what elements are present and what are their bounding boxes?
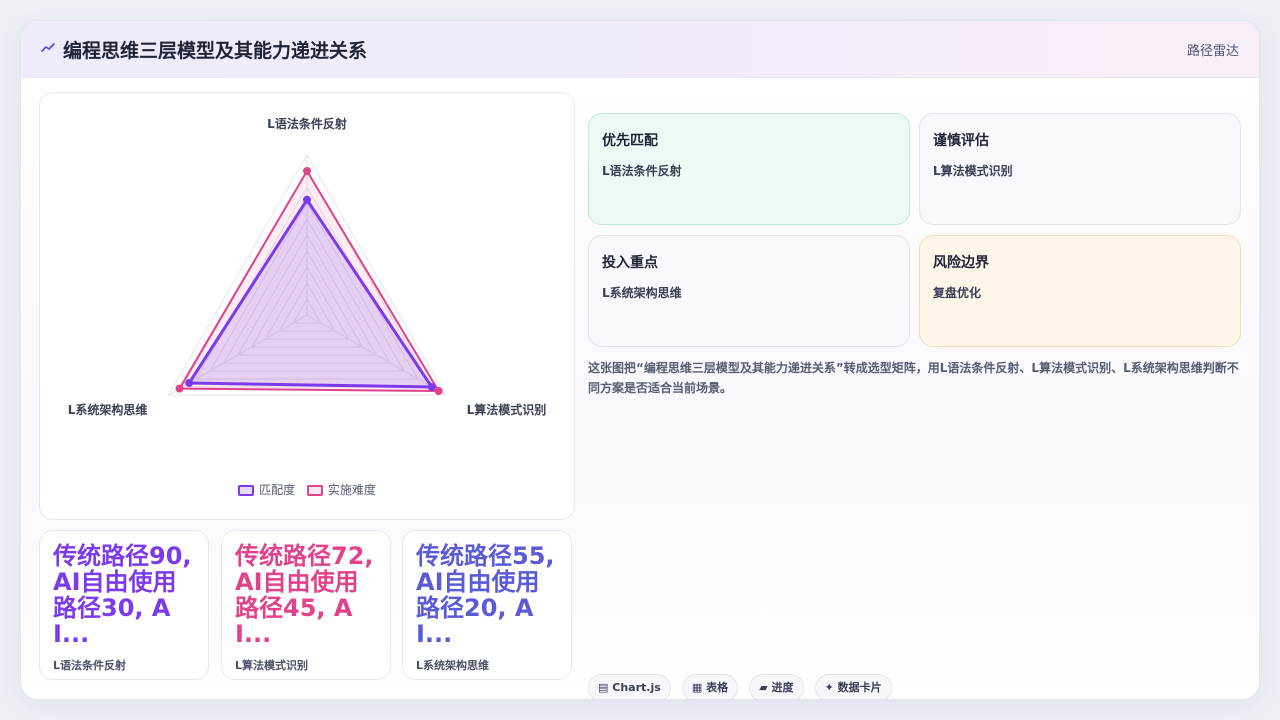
page-title: 编程思维三层模型及其能力递进关系 — [63, 40, 368, 62]
stat-value: 传统路径72, AI自由使用路径45, AI... — [235, 543, 374, 647]
tag-data-card[interactable]: ✦ 数据卡片 — [814, 674, 892, 699]
matrix-card-title: 优先匹配 — [602, 133, 658, 149]
legend-swatch-match — [238, 485, 255, 496]
legend-label-match: 匹配度 — [259, 483, 296, 497]
stat-label: L算法模式识别 — [235, 659, 309, 672]
legend-item-match[interactable]: 匹配度 — [238, 481, 295, 498]
tag-progress[interactable]: ▰ 进度 — [749, 674, 804, 699]
tag-label: 表格 — [706, 681, 729, 694]
radar-point — [434, 387, 443, 395]
tag-label: Chart.js — [612, 681, 661, 694]
radar-axis-label: L语法条件反射 — [267, 116, 347, 131]
matrix-card-value: L语法条件反射 — [602, 164, 682, 178]
legend-label-difficulty: 实施难度 — [327, 483, 376, 497]
stat-card-algorithm: 传统路径72, AI自由使用路径45, AI... L算法模式识别 — [221, 530, 391, 680]
matrix-card-caution[interactable]: 谨慎评估 L算法模式识别 — [919, 113, 1241, 225]
radar-series-match — [187, 198, 434, 389]
radar-chart: L语法条件反射 L算法模式识别 L系统架构思维 — [68, 116, 547, 417]
matrix-card-title: 风险边界 — [933, 255, 989, 271]
radar-point — [427, 383, 436, 391]
data-card-icon: ✦ — [824, 681, 834, 694]
radar-point — [175, 384, 184, 393]
legend-item-difficulty[interactable]: 实施难度 — [306, 481, 376, 498]
matrix-card-title: 投入重点 — [602, 255, 658, 271]
matrix-card-value: 复盘优化 — [933, 286, 982, 300]
matrix-card-value: L算法模式识别 — [933, 164, 1013, 178]
tag-chartjs[interactable]: ▤ Chart.js — [588, 674, 671, 699]
progress-icon: ▰ — [759, 681, 768, 694]
chart-legend: 匹配度 实施难度 — [40, 481, 574, 498]
radar-chart-card: L语法条件反射 L算法模式识别 L系统架构思维 匹配度 实施难度 — [39, 92, 575, 520]
radar-axis-label: L系统架构思维 — [68, 402, 148, 417]
header-bar: 编程思维三层模型及其能力递进关系 路径雷达 — [21, 21, 1259, 78]
legend-swatch-difficulty — [306, 485, 323, 496]
line-chart-icon — [41, 43, 55, 52]
stat-label: L系统架构思维 — [416, 659, 490, 672]
matrix-card-priority[interactable]: 优先匹配 L语法条件反射 — [588, 113, 910, 225]
tag-label: 进度 — [771, 681, 794, 694]
radar-series — [175, 167, 443, 395]
tag-table[interactable]: ▦ 表格 — [681, 674, 739, 699]
stat-value: 传统路径55, AI自由使用路径20, AI... — [416, 543, 555, 647]
tag-label: 数据卡片 — [837, 681, 882, 694]
matrix-card-risk[interactable]: 风险边界 复盘优化 — [919, 235, 1241, 347]
main-content: L语法条件反射 L算法模式识别 L系统架构思维 匹配度 实施难度 传统路径90, A… — [21, 78, 1259, 699]
stat-card-architecture: 传统路径55, AI自由使用路径20, AI... L系统架构思维 — [402, 530, 572, 680]
stat-card-syntax: 传统路径90, AI自由使用路径30, AI... L语法条件反射 — [39, 530, 209, 680]
radar-label: 路径雷达 — [1186, 44, 1239, 59]
matrix-card-value: L系统架构思维 — [602, 286, 682, 300]
matrix-card-focus[interactable]: 投入重点 L系统架构思维 — [588, 235, 910, 347]
chart-description: 这张图把“编程思维三层模型及其能力递进关系”转成选型矩阵，用L语法条件反射、L算… — [588, 361, 1239, 395]
app-window: 编程思维三层模型及其能力递进关系 路径雷达 L语法条件反射 L算法模式识别 L系统架… — [20, 20, 1260, 700]
radar-point — [185, 379, 194, 387]
radar-axis-label: L算法模式识别 — [467, 402, 547, 417]
stat-label: L语法条件反射 — [53, 659, 127, 672]
table-icon: ▦ — [691, 681, 703, 694]
radar-point — [303, 195, 311, 204]
matrix-card-title: 谨慎评估 — [933, 133, 989, 149]
tag-list: ▤ Chart.js ▦ 表格 ▰ 进度 ✦ 数据卡片 — [588, 674, 898, 699]
chart-icon: ▤ — [598, 681, 609, 694]
stat-value: 传统路径90, AI自由使用路径30, AI... — [53, 543, 192, 647]
radar-point — [303, 167, 311, 175]
